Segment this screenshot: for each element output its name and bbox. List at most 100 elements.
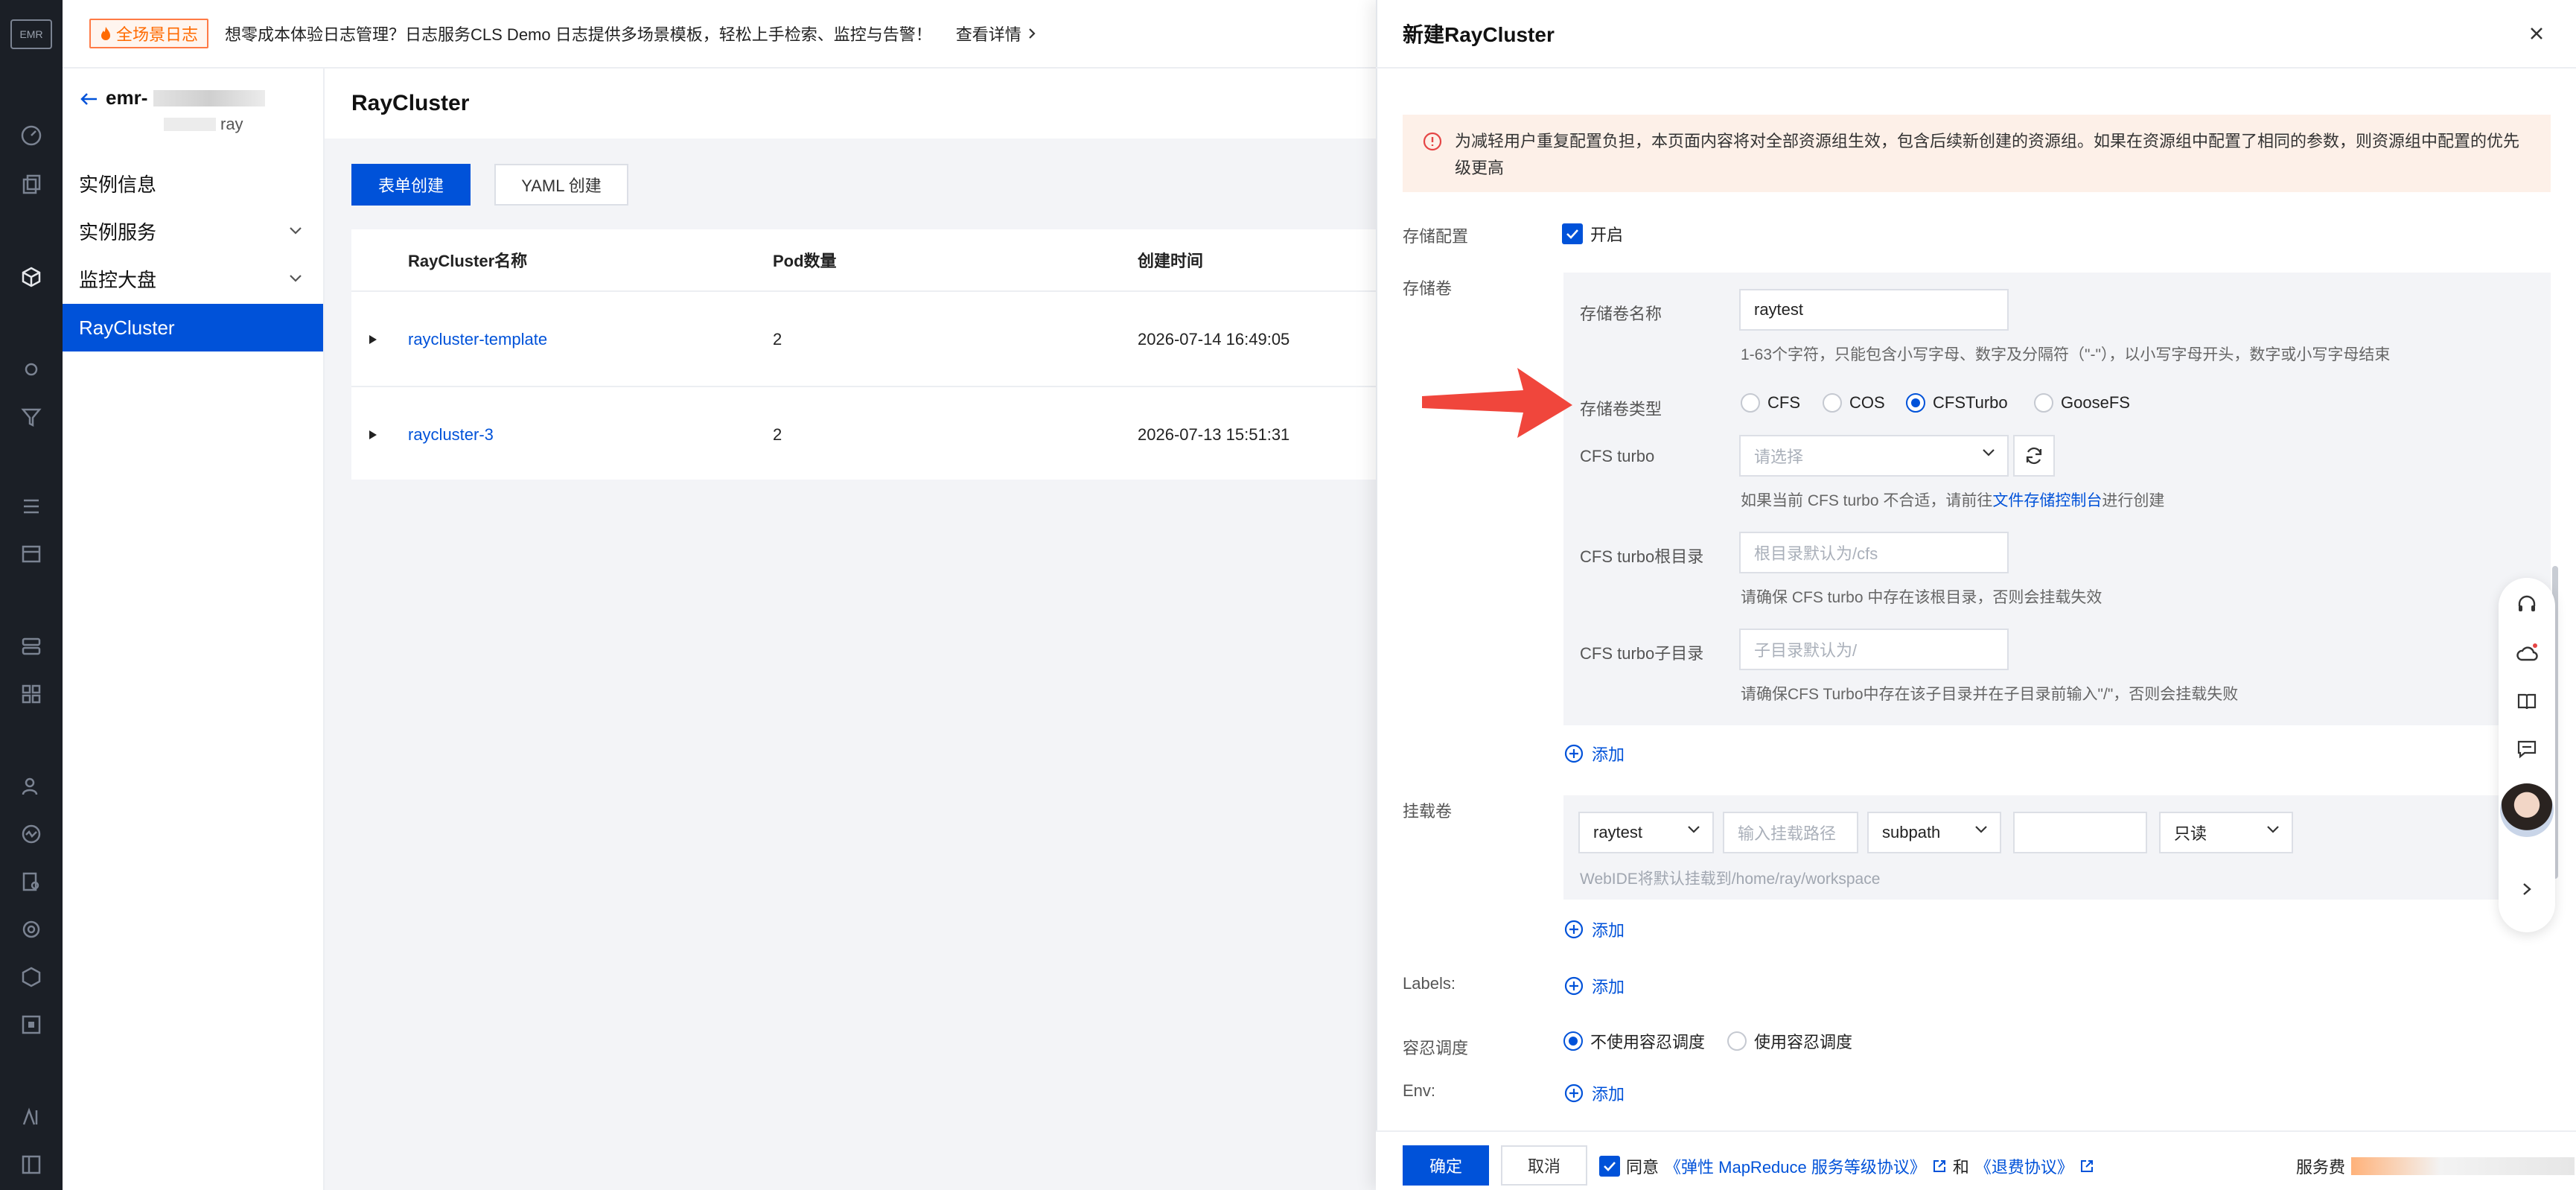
- cancel-button[interactable]: 取消: [1501, 1145, 1587, 1186]
- shield-icon[interactable]: [16, 962, 46, 992]
- add-label-button[interactable]: 添加: [1563, 974, 1625, 998]
- sidebar-item-label: 实例服务: [79, 220, 157, 244]
- cloud-icon[interactable]: [2512, 639, 2542, 669]
- mount-subpath-select[interactable]: subpath: [1867, 812, 2001, 853]
- raycluster-name-link[interactable]: raycluster-template: [408, 292, 547, 387]
- monitor-icon[interactable]: [16, 819, 46, 849]
- grid-icon[interactable]: [16, 679, 46, 709]
- yaml-create-button[interactable]: YAML 创建: [494, 164, 628, 206]
- header-label: RayCluster名称: [408, 252, 528, 270]
- file-storage-console-link[interactable]: 文件存储控制台: [1992, 492, 2102, 509]
- checkbox-label: 开启: [1590, 226, 1624, 244]
- agreement-checkbox[interactable]: [1599, 1156, 1620, 1177]
- mount-mode-select[interactable]: 只读: [2159, 812, 2293, 853]
- radio-no-toleration[interactable]: 不使用容忍调度: [1563, 1029, 1705, 1053]
- cell-text: raycluster-3: [408, 425, 494, 444]
- chevron-down-icon: [1975, 826, 1987, 833]
- sidebar-item-instance-services[interactable]: 实例服务: [63, 207, 325, 255]
- select-value: raytest: [1593, 823, 1643, 841]
- mount-path-input[interactable]: 输入挂载路径: [1723, 812, 1858, 853]
- column-header-created: 创建时间: [1138, 229, 1203, 290]
- doc-search-icon[interactable]: [16, 867, 46, 897]
- checkbox-checked-icon: [1562, 223, 1583, 244]
- panel-toggle-icon[interactable]: [16, 1150, 46, 1180]
- table-icon[interactable]: [16, 539, 46, 569]
- radio-circle: [1727, 1031, 1747, 1051]
- sub-dir-help: 请确保CFS Turbo中存在该子目录并在子目录前输入"/"，否则会挂载失败: [1741, 682, 2238, 704]
- confirm-button[interactable]: 确定: [1403, 1145, 1489, 1186]
- radio-label: CFSTurbo: [1933, 393, 2008, 412]
- settings-icon[interactable]: [16, 914, 46, 944]
- refund-agreement-link[interactable]: 《退费协议》: [1975, 1154, 2073, 1178]
- external-link-icon: [1933, 1160, 1945, 1172]
- mount-subpath-input[interactable]: [2013, 812, 2147, 853]
- copy-icon[interactable]: [16, 170, 46, 200]
- sidebar-item-instance-info[interactable]: 实例信息: [63, 159, 325, 207]
- cfs-turbo-select[interactable]: 请选择: [1739, 435, 2009, 477]
- qr-icon[interactable]: [16, 1010, 46, 1040]
- headset-icon[interactable]: [2512, 590, 2542, 620]
- radio-cos[interactable]: COS: [1823, 393, 1885, 413]
- external-link-icon: [2080, 1160, 2093, 1172]
- sla-agreement-link[interactable]: 《弹性 MapReduce 服务等级协议》: [1665, 1154, 1926, 1178]
- banner-tag: 全场景日志: [89, 19, 209, 48]
- volume-name-help: 1-63个字符，只能包含小写字母、数字及分隔符（"-"），以小写字母开头，数字或…: [1741, 343, 2390, 365]
- annotation-arrow-icon: [1422, 368, 1572, 438]
- sidebar-item-raycluster[interactable]: RayCluster: [63, 304, 323, 351]
- select-value: subpath: [1882, 823, 1941, 841]
- banner-link[interactable]: 查看详情: [956, 22, 1036, 45]
- sidebar-item-label: 实例信息: [79, 173, 157, 196]
- list-icon[interactable]: [16, 491, 46, 521]
- add-volume-button[interactable]: 添加: [1563, 742, 1625, 766]
- chevron-down-icon: [1983, 449, 1995, 456]
- column-header-pods: Pod数量: [773, 229, 837, 290]
- add-circle-icon: [1564, 1084, 1584, 1103]
- storage-config-label: 存储配置: [1403, 223, 1468, 247]
- close-icon[interactable]: [2525, 22, 2548, 45]
- book-icon[interactable]: [2512, 687, 2542, 716]
- label-text: 存储卷: [1403, 279, 1453, 298]
- user-icon[interactable]: [16, 771, 46, 801]
- column-header-name: RayCluster名称: [408, 229, 527, 290]
- mount-volume-select[interactable]: raytest: [1578, 812, 1714, 853]
- volume-name-input[interactable]: raytest: [1739, 289, 2009, 331]
- confirm-label: 确定: [1429, 1157, 1462, 1176]
- sidebar-item-label: 监控大盘: [79, 268, 157, 291]
- form-create-button[interactable]: 表单创建: [351, 164, 471, 206]
- assistant-avatar[interactable]: [2500, 783, 2554, 837]
- label-text: CFS turbo子目录: [1580, 644, 1704, 663]
- bolt-icon[interactable]: [16, 354, 46, 384]
- emr-logo[interactable]: EMR: [10, 19, 52, 49]
- add-env-button[interactable]: 添加: [1563, 1081, 1625, 1105]
- expand-toggle-icon[interactable]: [368, 292, 378, 387]
- select-value: 只读: [2174, 824, 2207, 843]
- help-text: 如果当前 CFS turbo 不合适，请前往: [1741, 492, 1993, 509]
- expand-toggle-icon[interactable]: [368, 387, 378, 483]
- add-mount-button[interactable]: 添加: [1563, 917, 1625, 941]
- cell-text: raycluster-template: [408, 330, 548, 349]
- add-label: 添加: [1592, 1085, 1625, 1104]
- radio-use-toleration[interactable]: 使用容忍调度: [1727, 1029, 1852, 1053]
- collapse-button[interactable]: [2505, 867, 2549, 911]
- feedback-icon[interactable]: [2512, 734, 2542, 764]
- storage-config-checkbox[interactable]: 开启: [1562, 222, 1623, 246]
- root-dir-input[interactable]: 根目录默认为/cfs: [1739, 532, 2009, 573]
- server-icon[interactable]: [16, 631, 46, 661]
- radio-goosefs[interactable]: GooseFS: [2034, 393, 2130, 413]
- cfs-turbo-label: CFS turbo: [1580, 447, 1654, 466]
- header-label: 创建时间: [1138, 252, 1204, 270]
- radio-cfsturbo[interactable]: CFSTurbo: [1906, 393, 2008, 413]
- ai-icon[interactable]: [16, 1102, 46, 1132]
- table-row: raycluster-template 2 2026-07-14 16:49:0…: [351, 290, 1377, 386]
- cube-icon[interactable]: [0, 253, 63, 301]
- filter-icon[interactable]: [16, 402, 46, 432]
- cancel-label: 取消: [1527, 1157, 1560, 1176]
- sidebar-item-monitoring[interactable]: 监控大盘: [63, 255, 325, 302]
- refresh-button[interactable]: [2013, 435, 2055, 477]
- dashboard-icon[interactable]: [16, 121, 46, 150]
- raycluster-name-link[interactable]: raycluster-3: [408, 387, 494, 483]
- page-title-text: RayCluster: [351, 91, 470, 115]
- radio-cfs[interactable]: CFS: [1741, 393, 1800, 413]
- sub-dir-input[interactable]: 子目录默认为/: [1739, 629, 2009, 670]
- back-icon[interactable]: [77, 88, 100, 110]
